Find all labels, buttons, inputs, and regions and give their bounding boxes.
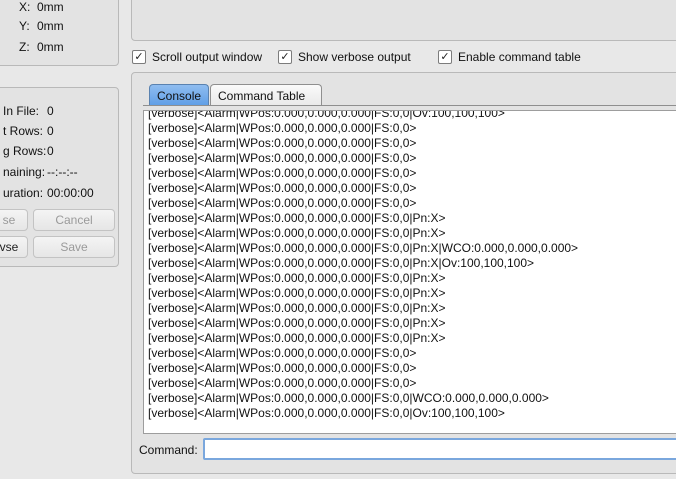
console-line: [verbose]<Alarm|WPos:0.000,0.000,0.000|F… xyxy=(148,110,505,120)
command-label: Command: xyxy=(139,443,198,457)
z-label: Z: xyxy=(19,40,30,54)
console-line: [verbose]<Alarm|WPos:0.000,0.000,0.000|F… xyxy=(148,151,417,165)
tab-console[interactable]: Console xyxy=(149,84,209,106)
console-line: [verbose]<Alarm|WPos:0.000,0.000,0.000|F… xyxy=(148,226,446,240)
time-remaining-value: --:--:-- xyxy=(47,165,78,179)
console-line: [verbose]<Alarm|WPos:0.000,0.000,0.000|F… xyxy=(148,136,417,150)
duration-value: 00:00:00 xyxy=(47,186,94,200)
console-lines: [verbose]<Alarm|WPos:0.000,0.000,0.000|F… xyxy=(144,110,676,421)
console-line: [verbose]<Alarm|WPos:0.000,0.000,0.000|F… xyxy=(148,301,446,315)
console-line: [verbose]<Alarm|WPos:0.000,0.000,0.000|F… xyxy=(148,376,417,390)
pause-button[interactable]: se xyxy=(0,209,28,231)
top-panel xyxy=(131,0,676,41)
y-label: Y: xyxy=(19,19,30,33)
tab-console-label: Console xyxy=(157,88,202,103)
console-line: [verbose]<Alarm|WPos:0.000,0.000,0.000|F… xyxy=(148,316,446,330)
checkmark-icon: ✓ xyxy=(278,50,292,64)
checkmark-icon: ✓ xyxy=(132,50,146,64)
console-line: [verbose]<Alarm|WPos:0.000,0.000,0.000|F… xyxy=(148,361,417,375)
console-line: [verbose]<Alarm|WPos:0.000,0.000,0.000|F… xyxy=(148,271,446,285)
time-remaining-label: naining: xyxy=(3,165,46,179)
tab-command-table[interactable]: Command Table xyxy=(210,84,322,106)
scroll-output-checkbox[interactable]: ✓ Scroll output window xyxy=(132,50,262,64)
console-line: [verbose]<Alarm|WPos:0.000,0.000,0.000|F… xyxy=(148,181,417,195)
rows-in-file-label: In File: xyxy=(3,104,40,118)
console-line: [verbose]<Alarm|WPos:0.000,0.000,0.000|F… xyxy=(148,121,417,135)
sent-rows-label: t Rows: xyxy=(3,124,44,138)
console-line: [verbose]<Alarm|WPos:0.000,0.000,0.000|F… xyxy=(148,211,446,225)
duration-label: uration: xyxy=(3,186,44,200)
sent-rows-value: 0 xyxy=(47,124,54,138)
command-input[interactable] xyxy=(203,438,676,460)
z-value: 0mm xyxy=(37,40,64,54)
console-line: [verbose]<Alarm|WPos:0.000,0.000,0.000|F… xyxy=(148,391,549,405)
remaining-rows-label: g Rows: xyxy=(3,144,47,158)
console-line: [verbose]<Alarm|WPos:0.000,0.000,0.000|F… xyxy=(148,346,417,360)
enable-command-table-label: Enable command table xyxy=(458,50,581,64)
console-line: [verbose]<Alarm|WPos:0.000,0.000,0.000|F… xyxy=(148,241,579,255)
console-line: [verbose]<Alarm|WPos:0.000,0.000,0.000|F… xyxy=(148,256,535,270)
remaining-rows-value: 0 xyxy=(47,144,54,158)
console-line: [verbose]<Alarm|WPos:0.000,0.000,0.000|F… xyxy=(148,331,446,345)
save-button[interactable]: Save xyxy=(33,236,115,258)
x-label: X: xyxy=(19,0,31,14)
show-verbose-label: Show verbose output xyxy=(298,50,411,64)
tab-command-table-label: Command Table xyxy=(218,88,306,103)
console-output[interactable]: [verbose]<Alarm|WPos:0.000,0.000,0.000|F… xyxy=(143,110,676,434)
console-line: [verbose]<Alarm|WPos:0.000,0.000,0.000|F… xyxy=(148,196,417,210)
enable-command-table-checkbox[interactable]: ✓ Enable command table xyxy=(438,50,581,64)
show-verbose-checkbox[interactable]: ✓ Show verbose output xyxy=(278,50,411,64)
y-value: 0mm xyxy=(37,19,64,33)
cancel-button[interactable]: Cancel xyxy=(33,209,115,231)
browse-button[interactable]: vse xyxy=(0,236,28,258)
scroll-output-label: Scroll output window xyxy=(152,50,263,64)
console-line: [verbose]<Alarm|WPos:0.000,0.000,0.000|F… xyxy=(148,406,505,420)
x-value: 0mm xyxy=(37,0,64,14)
console-line: [verbose]<Alarm|WPos:0.000,0.000,0.000|F… xyxy=(148,166,417,180)
tab-underline xyxy=(143,105,676,106)
checkmark-icon: ✓ xyxy=(438,50,452,64)
console-line: [verbose]<Alarm|WPos:0.000,0.000,0.000|F… xyxy=(148,286,446,300)
rows-in-file-value: 0 xyxy=(47,104,54,118)
